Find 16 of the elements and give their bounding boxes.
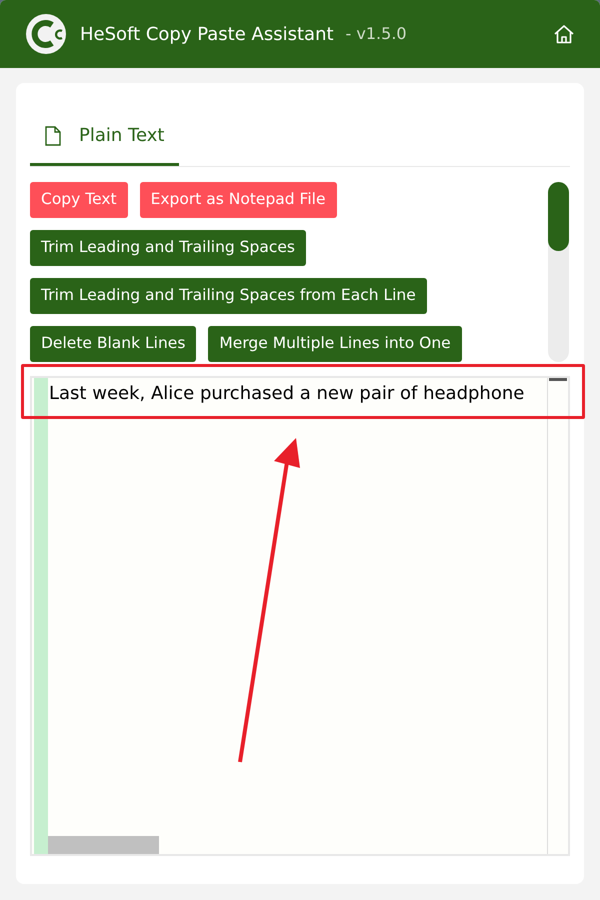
scrollbar[interactable]: [548, 182, 569, 362]
logo-icon: [25, 13, 67, 55]
window-title: HeSoft Copy Paste Assistant: [80, 22, 334, 46]
scrollbar-thumb[interactable]: [549, 378, 567, 381]
scrollbar-thumb[interactable]: [548, 182, 569, 251]
home-icon[interactable]: [553, 24, 575, 44]
document-icon: [45, 126, 61, 146]
text-tool-button[interactable]: Trim Leading and Trailing Spaces from Each Line: [30, 278, 427, 314]
tab[interactable]: Plain Text: [30, 108, 180, 166]
version-label: - v1.5.0: [346, 23, 407, 45]
text-tool-button[interactable]: Trim Leading and Trailing Spaces: [30, 230, 306, 266]
text-tool-button[interactable]: Merge Multiple Lines into One: [208, 326, 462, 362]
text-editor[interactable]: Last week, Alice purchased a new pair of headphone: [30, 376, 570, 856]
text-line: Last week, Alice purchased a new pair of headphone: [48, 382, 524, 406]
horizontal-scrollbar-thumb[interactable]: [48, 836, 159, 854]
text-tool-button[interactable]: Delete Blank Lines: [30, 326, 196, 362]
